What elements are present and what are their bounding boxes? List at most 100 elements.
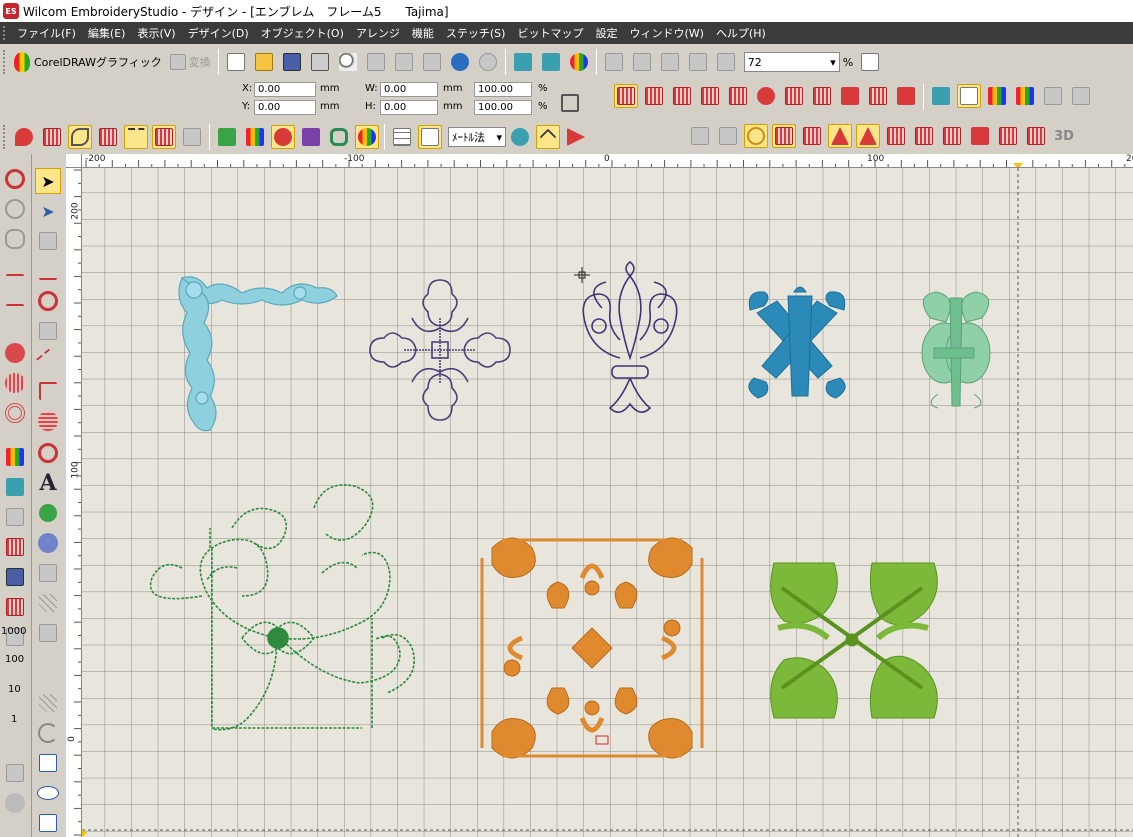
layer-up-button[interactable] [602, 50, 626, 74]
ruler-top[interactable]: -200 -100 0 100 200 [82, 154, 1133, 168]
effect-8[interactable] [884, 124, 908, 148]
ellipse-tool[interactable] [35, 780, 61, 806]
effect-3d[interactable]: 3D [1052, 124, 1076, 148]
effect-10[interactable] [940, 124, 964, 148]
object-list-button[interactable] [957, 84, 981, 108]
menu-bitmap[interactable]: ビットマップ [511, 25, 589, 41]
angle-tool[interactable] [35, 318, 61, 344]
x-field[interactable]: 0.00 [254, 82, 316, 97]
effect-1[interactable] [688, 124, 712, 148]
layer-front-button[interactable] [658, 50, 682, 74]
effect-2[interactable] [716, 124, 740, 148]
print-preview-button[interactable] [336, 50, 360, 74]
line-tool[interactable] [35, 348, 61, 374]
w-percent-field[interactable]: 100.00 [474, 82, 532, 97]
canvas-svg[interactable] [82, 168, 1133, 837]
menu-settings[interactable]: 設定 [589, 25, 623, 41]
tool-blob[interactable] [2, 226, 28, 252]
grid-button[interactable] [390, 125, 414, 149]
stitch-type-2[interactable] [642, 84, 666, 108]
menu-file[interactable]: ファイル(F) [11, 25, 82, 41]
tool-view-b[interactable] [2, 790, 28, 816]
tool-arrows[interactable] [2, 504, 28, 530]
digitize-tool-4[interactable] [96, 125, 120, 149]
stitch-type-9[interactable] [838, 84, 862, 108]
h-field[interactable]: 0.00 [380, 100, 438, 115]
step-10[interactable]: 10 [8, 684, 21, 695]
digitize-tool-2[interactable] [40, 125, 64, 149]
start-stop-tool[interactable] [35, 288, 61, 314]
effect-3[interactable] [744, 124, 768, 148]
thread-chart-button[interactable] [1041, 84, 1065, 108]
tool-fill-1[interactable] [2, 340, 28, 366]
menu-help[interactable]: ヘルプ(H) [710, 25, 772, 41]
menu-functions[interactable]: 機能 [406, 25, 440, 41]
picture-tool[interactable] [215, 125, 239, 149]
effect-12[interactable] [996, 124, 1020, 148]
effect-4[interactable] [772, 124, 796, 148]
tool-view-a[interactable] [2, 760, 28, 786]
measure-combobox[interactable]: ﾒｰﾄﾙ法 ▾ [448, 127, 506, 147]
effect-6[interactable] [828, 124, 852, 148]
color-film-button[interactable] [929, 84, 953, 108]
color-grid-button[interactable] [985, 84, 1009, 108]
open-button[interactable] [252, 50, 276, 74]
design-canvas[interactable] [82, 168, 1133, 837]
zoom-list-button[interactable] [858, 50, 882, 74]
stitch-type-4[interactable] [698, 84, 722, 108]
reshape-tool[interactable] [536, 125, 560, 149]
tool-needle[interactable] [2, 594, 28, 620]
lock-proportions-icon[interactable] [561, 94, 579, 112]
h-percent-field[interactable]: 100.00 [474, 100, 532, 115]
stitch-type-6[interactable] [754, 84, 778, 108]
shapes-tool[interactable] [243, 125, 267, 149]
tool-stitch-a[interactable] [2, 474, 28, 500]
rectangle-tool[interactable] [35, 810, 61, 836]
print-button[interactable] [308, 50, 332, 74]
menu-design[interactable]: デザイン(D) [182, 25, 255, 41]
tool-shape[interactable] [2, 196, 28, 222]
color-palette-button[interactable] [567, 50, 591, 74]
text-tool[interactable]: A [35, 470, 61, 496]
tool-run-1[interactable] [2, 270, 28, 296]
effect-11[interactable] [968, 124, 992, 148]
snap-grid-button[interactable] [418, 125, 442, 149]
stitch-type-7[interactable] [782, 84, 806, 108]
send-machine-button[interactable] [511, 50, 535, 74]
menu-arrange[interactable]: アレンジ [350, 25, 406, 41]
curve-tool[interactable] [35, 720, 61, 746]
layer-down-button[interactable] [630, 50, 654, 74]
select-tool[interactable]: ➤ [35, 168, 61, 194]
monogram-tool[interactable] [35, 530, 61, 556]
reshape-tool-left[interactable]: ➤ [35, 198, 61, 224]
hatch-tool[interactable] [35, 590, 61, 616]
digitize-tool-1[interactable] [12, 125, 36, 149]
digitize-tool-7[interactable] [180, 125, 204, 149]
redo-button[interactable] [476, 50, 500, 74]
digitize-tool-3[interactable] [68, 125, 92, 149]
menubar-grip[interactable] [3, 26, 11, 40]
banner-tool[interactable] [35, 750, 61, 776]
measure-tool[interactable] [508, 125, 532, 149]
digitize-tool-5[interactable] [124, 125, 148, 149]
stitch-player-tool[interactable] [564, 125, 588, 149]
save-button[interactable] [280, 50, 304, 74]
step-1000[interactable]: 1000 [1, 626, 26, 637]
step-100[interactable]: 100 [5, 654, 24, 665]
step-1[interactable]: 1 [11, 714, 17, 725]
stitch-type-3[interactable] [670, 84, 694, 108]
toolbar-grip[interactable] [3, 50, 7, 74]
shirt-tool[interactable] [299, 125, 323, 149]
y-field[interactable]: 0.00 [254, 100, 316, 115]
menu-view[interactable]: 表示(V) [131, 25, 181, 41]
stitch-type-11[interactable] [894, 84, 918, 108]
tool-spool[interactable] [2, 564, 28, 590]
tool-fill-2[interactable] [2, 370, 28, 396]
menu-object[interactable]: オブジェクト(O) [255, 25, 350, 41]
tool-run-3[interactable] [2, 300, 28, 326]
fill-tool[interactable] [35, 408, 61, 434]
convert-button[interactable]: 変換 [166, 49, 215, 75]
cut-button[interactable] [364, 50, 388, 74]
menu-edit[interactable]: 編集(E) [82, 25, 132, 41]
hoop-tool[interactable] [327, 125, 351, 149]
